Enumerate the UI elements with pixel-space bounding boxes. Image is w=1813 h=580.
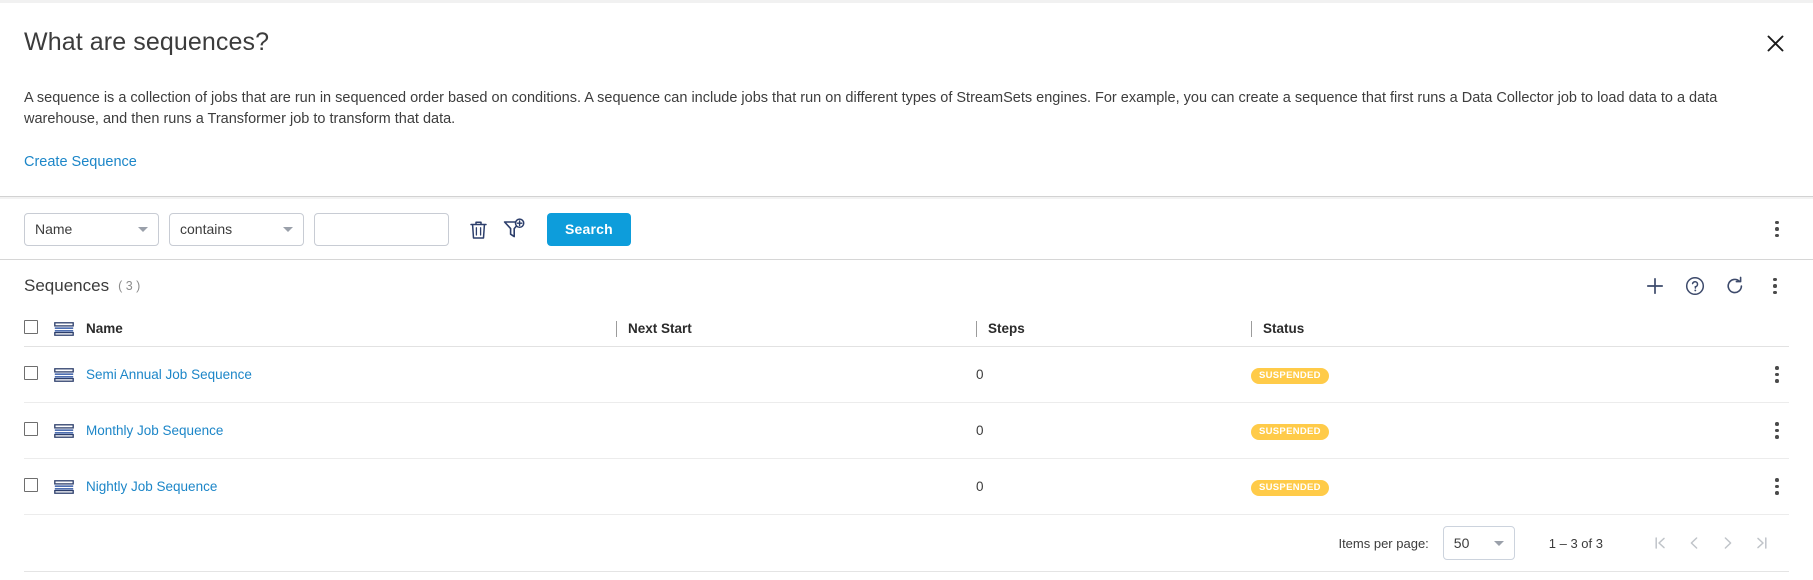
row-checkbox[interactable] [24,422,38,436]
sequence-stack-icon [54,321,74,336]
row-name-cell: Nightly Job Sequence [86,458,616,515]
row-overflow-menu-icon[interactable] [1765,474,1789,500]
table-count: ( 3 ) [118,279,141,293]
filter-field-select[interactable]: Name [24,212,159,246]
plus-icon[interactable] [1641,272,1669,300]
table-row: Nightly Job Sequence 0 SUSPENDED [24,458,1789,515]
row-steps-cell: 0 [976,402,1251,459]
table-row: Semi Annual Job Sequence 0 SUSPENDED [24,346,1789,403]
sequence-name-link[interactable]: Semi Annual Job Sequence [86,367,252,382]
row-next-start-cell [616,458,976,515]
table-row: Monthly Job Sequence 0 SUSPENDED [24,402,1789,459]
close-icon[interactable] [1761,29,1789,57]
column-header-name[interactable]: Name [86,312,616,347]
chevron-down-icon [283,226,293,232]
row-status-cell: SUSPENDED [1251,458,1743,515]
filter-operator-select[interactable]: contains [169,212,304,246]
row-name-cell: Semi Annual Job Sequence [86,346,616,403]
table-header-row: Sequences ( 3 ) [24,260,1789,312]
status-badge: SUSPENDED [1251,367,1329,384]
sequence-stack-icon [54,423,74,438]
row-overflow-menu-icon[interactable] [1765,418,1789,444]
items-per-page-select[interactable]: 50 [1442,526,1515,560]
row-type-icon-cell [54,346,86,403]
table-title: Sequences [24,276,110,295]
column-header-actions [1743,312,1789,347]
row-actions-cell [1743,346,1789,403]
last-page-icon[interactable] [1745,526,1779,560]
bottom-divider [24,571,1789,572]
status-badge: SUSPENDED [1251,479,1329,496]
row-name-cell: Monthly Job Sequence [86,402,616,459]
row-select-cell [24,346,54,403]
sequence-stack-icon [54,479,74,494]
column-header-status[interactable]: Status [1251,312,1743,347]
column-header-next-start[interactable]: Next Start [616,312,976,347]
row-actions-cell [1743,402,1789,459]
trash-icon[interactable] [463,214,493,244]
row-type-icon-cell [54,402,86,459]
table-column-header-row: Name Next Start Steps Status [24,312,1789,347]
items-per-page-label: Items per page: [1338,535,1429,551]
help-circle-icon[interactable] [1681,272,1709,300]
status-badge: SUSPENDED [1251,423,1329,440]
chevron-down-icon [138,226,148,232]
select-all-checkbox[interactable] [24,320,38,334]
info-panel: What are sequences? A sequence is a coll… [0,0,1813,196]
sequences-page: What are sequences? A sequence is a coll… [0,0,1813,580]
chevron-down-icon [1493,540,1504,546]
row-status-cell: SUSPENDED [1251,402,1743,459]
row-steps-cell: 0 [976,346,1251,403]
sequence-name-link[interactable]: Nightly Job Sequence [86,479,217,494]
column-header-status-label: Status [1251,320,1304,337]
filter-bar: Name contains Search [0,199,1813,260]
filter-value-input[interactable] [314,212,449,246]
row-type-icon-cell [54,458,86,515]
column-header-next-start-label: Next Start [616,320,692,337]
filter-overflow-menu-icon[interactable] [1765,216,1789,242]
next-page-icon[interactable] [1711,526,1745,560]
row-status-cell: SUSPENDED [1251,346,1743,403]
prev-page-icon[interactable] [1677,526,1711,560]
paginator: Items per page: 50 1 – 3 of 3 [24,515,1789,571]
search-button[interactable]: Search [547,212,631,246]
create-sequence-link[interactable]: Create Sequence [24,154,137,170]
filter-field-value: Name [35,221,73,237]
row-select-cell [24,458,54,515]
sequence-stack-icon [54,367,74,382]
column-header-steps[interactable]: Steps [976,312,1251,347]
select-all-header [24,312,54,347]
header-type-icon-cell [54,312,86,347]
table-toolbar [1641,272,1789,300]
row-checkbox[interactable] [24,366,38,380]
filter-operator-value: contains [180,221,233,237]
page-title: What are sequences? [24,28,270,56]
items-per-page-value: 50 [1453,535,1470,551]
row-actions-cell [1743,458,1789,515]
page-range-label: 1 – 3 of 3 [1548,535,1603,551]
sequence-name-link[interactable]: Monthly Job Sequence [86,423,223,438]
row-checkbox[interactable] [24,478,38,492]
row-next-start-cell [616,402,976,459]
first-page-icon[interactable] [1643,526,1677,560]
info-description: A sequence is a collection of jobs that … [24,90,1718,127]
row-next-start-cell [616,346,976,403]
refresh-icon[interactable] [1721,272,1749,300]
row-overflow-menu-icon[interactable] [1765,362,1789,388]
filter-add-icon[interactable] [499,214,529,244]
sequences-table-section: Sequences ( 3 ) Name Next Start Steps St… [0,260,1813,571]
table-overflow-menu-icon[interactable] [1761,272,1789,300]
column-header-steps-label: Steps [976,320,1025,337]
sequences-table: Name Next Start Steps Status Semi Annual… [24,312,1789,515]
row-steps-cell: 0 [976,458,1251,515]
row-select-cell [24,402,54,459]
